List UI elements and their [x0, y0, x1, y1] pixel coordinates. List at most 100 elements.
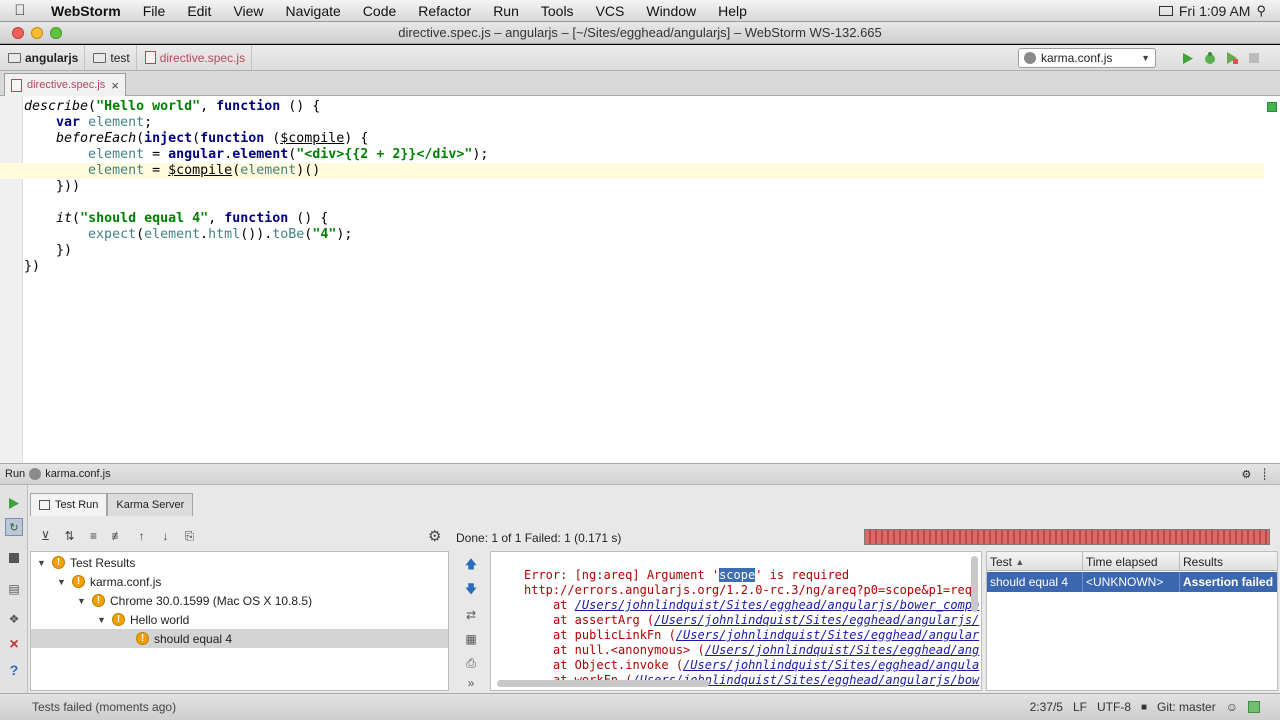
menu-tools[interactable]: Tools: [530, 3, 585, 19]
hector-icon[interactable]: ☺: [1226, 700, 1238, 714]
test-settings-gear-icon[interactable]: ⚙: [428, 527, 441, 545]
print-icon[interactable]: ⎙: [463, 655, 479, 671]
more-icon[interactable]: »: [463, 675, 479, 691]
menu-help[interactable]: Help: [707, 3, 758, 19]
test-results-tree[interactable]: ▼ ! Test Results ▼ ! karma.conf.js ▼ ! C…: [30, 551, 449, 691]
next-failed-icon[interactable]: ↓: [158, 529, 173, 544]
menu-vcs[interactable]: VCS: [585, 3, 636, 19]
run-config-select[interactable]: karma.conf.js ▼: [1018, 48, 1156, 68]
code-line[interactable]: expect(element.html()).toBe("4");: [24, 227, 1264, 243]
console-horizontal-scrollbar[interactable]: [497, 680, 709, 687]
expand-all-icon[interactable]: ≡: [86, 529, 101, 544]
chevron-down-icon[interactable]: ▼: [77, 596, 87, 606]
code-line[interactable]: it("should equal 4", function () {: [24, 211, 1264, 227]
pin-button[interactable]: ❖: [5, 610, 23, 628]
close-button[interactable]: ×: [5, 636, 23, 654]
console-url-line[interactable]: http://errors.angularjs.org/1.2.0-rc.3/n…: [524, 583, 979, 597]
chevron-down-icon[interactable]: ▼: [97, 615, 107, 625]
caret-position[interactable]: 2:37/5: [1030, 700, 1063, 714]
menu-code[interactable]: Code: [352, 3, 407, 19]
spotlight-search-icon[interactable]: ⚲: [1256, 3, 1266, 19]
menu-refactor[interactable]: Refactor: [407, 3, 482, 19]
layout-button[interactable]: ▤: [5, 580, 23, 598]
chevron-down-icon[interactable]: ▼: [37, 558, 47, 568]
column-header-results[interactable]: Results: [1180, 552, 1279, 571]
code-line[interactable]: }): [24, 259, 1264, 275]
menu-app[interactable]: WebStorm: [40, 3, 132, 19]
menu-edit[interactable]: Edit: [176, 3, 222, 19]
export-icon[interactable]: ⎘: [182, 529, 197, 544]
zoom-window-button[interactable]: [50, 26, 62, 39]
stack-link[interactable]: /Users/johnlindquist/Sites/egghead/angul…: [575, 598, 980, 612]
menu-view[interactable]: View: [222, 3, 274, 19]
chevron-down-icon[interactable]: ▼: [57, 577, 67, 587]
event-log-icon[interactable]: [1248, 701, 1260, 713]
scroll-down-icon[interactable]: 🡇: [463, 582, 479, 598]
stack-link[interactable]: /Users/johnlindquist/Sites/egghead/angul…: [654, 613, 979, 627]
menu-window[interactable]: Window: [635, 3, 707, 19]
tree-node-karma-conf[interactable]: ▼ ! karma.conf.js: [57, 572, 161, 591]
debug-button[interactable]: [1202, 50, 1218, 66]
code-editor[interactable]: describe("Hello world", function () { va…: [0, 96, 1280, 463]
hide-panel-icon[interactable]: ┊: [1261, 468, 1268, 481]
run-button[interactable]: [1180, 50, 1196, 66]
tree-node-should-equal-4[interactable]: ! should equal 4: [31, 629, 448, 648]
help-button[interactable]: ?: [5, 661, 23, 679]
inspection-ok-icon[interactable]: [1267, 102, 1277, 112]
toggle-auto-test-button[interactable]: ↻: [5, 518, 23, 536]
stack-link[interactable]: /Users/johnlindquist/Sites/egghead/angul…: [676, 628, 979, 642]
code-line[interactable]: element = $compile(element)(): [0, 163, 1264, 179]
close-window-button[interactable]: [12, 26, 24, 39]
settings-gear-icon[interactable]: ⚙: [1242, 468, 1252, 481]
sort-alpha-icon[interactable]: ⇅: [62, 529, 77, 544]
code-line[interactable]: var element;: [24, 115, 1264, 131]
breadcrumb-folder[interactable]: test: [85, 45, 137, 70]
tree-node-chrome[interactable]: ▼ ! Chrome 30.0.1599 (Mac OS X 10.8.5): [77, 591, 312, 610]
menubar-clock[interactable]: Fri 1:09 AM: [1179, 3, 1251, 19]
column-header-time[interactable]: Time elapsed: [1083, 552, 1180, 571]
breadcrumb-project[interactable]: angularjs: [0, 45, 86, 70]
test-console-output[interactable]: Error: [ng:areq] Argument 'scope' is req…: [490, 551, 982, 691]
tree-node-hello-world[interactable]: ▼ ! Hello world: [97, 610, 189, 629]
status-message[interactable]: Tests failed (moments ago): [0, 700, 176, 714]
console-vertical-scrollbar[interactable]: [971, 556, 978, 612]
table-row[interactable]: should equal 4 <UNKNOWN> Assertion faile…: [987, 572, 1277, 592]
soft-wrap-icon[interactable]: ⇄: [463, 607, 479, 623]
tab-karma-server[interactable]: Karma Server: [107, 493, 194, 516]
apple-menu-icon[interactable]: : [0, 2, 40, 19]
previous-failed-icon[interactable]: ↑: [134, 529, 149, 544]
close-tab-icon[interactable]: ×: [111, 78, 119, 93]
menu-navigate[interactable]: Navigate: [275, 3, 352, 19]
filter-icon[interactable]: ⊻: [38, 529, 53, 544]
minimize-window-button[interactable]: [31, 26, 43, 39]
code-line[interactable]: beforeEach(inject(function ($compile) {: [24, 131, 1264, 147]
code-line[interactable]: describe("Hello world", function () {: [24, 99, 1264, 115]
line-separator[interactable]: LF: [1073, 700, 1087, 714]
collapse-all-icon[interactable]: ≢: [110, 529, 125, 544]
menu-file[interactable]: File: [132, 3, 177, 19]
breadcrumb-file[interactable]: directive.spec.js: [137, 45, 253, 70]
code-line[interactable]: element = angular.element("<div>{{2 + 2}…: [24, 147, 1264, 163]
tab-test-run[interactable]: Test Run: [30, 493, 108, 516]
vcs-branch[interactable]: Git: master: [1157, 700, 1216, 714]
stop-button[interactable]: [5, 549, 23, 567]
menu-run[interactable]: Run: [482, 3, 530, 19]
test-results-table[interactable]: Test ▲ Time elapsed Results should equal…: [986, 551, 1278, 691]
stop-button[interactable]: [1246, 50, 1262, 66]
tree-node-test-results[interactable]: ▼ ! Test Results: [37, 553, 135, 572]
stack-link[interactable]: /Users/johnlindquist/Sites/egghead/ang: [705, 643, 980, 657]
scroll-up-icon[interactable]: 🡅: [463, 557, 479, 573]
editor-tab-directive-spec[interactable]: directive.spec.js ×: [4, 73, 126, 96]
stack-link[interactable]: /Users/johnlindquist/Sites/egghead/angul…: [683, 658, 979, 672]
screen-icon[interactable]: [1158, 5, 1173, 16]
code-line[interactable]: })): [24, 179, 1264, 195]
lock-icon[interactable]: ■: [1141, 702, 1147, 713]
column-header-test[interactable]: Test ▲: [987, 552, 1083, 571]
rerun-button[interactable]: [5, 494, 23, 512]
code-line[interactable]: [24, 195, 1264, 211]
file-encoding[interactable]: UTF-8: [1097, 700, 1131, 714]
scroll-to-end-icon[interactable]: ▦: [463, 631, 479, 647]
coverage-button[interactable]: [1224, 50, 1240, 66]
code-line[interactable]: }): [24, 243, 1264, 259]
editor-gutter[interactable]: [0, 96, 23, 463]
